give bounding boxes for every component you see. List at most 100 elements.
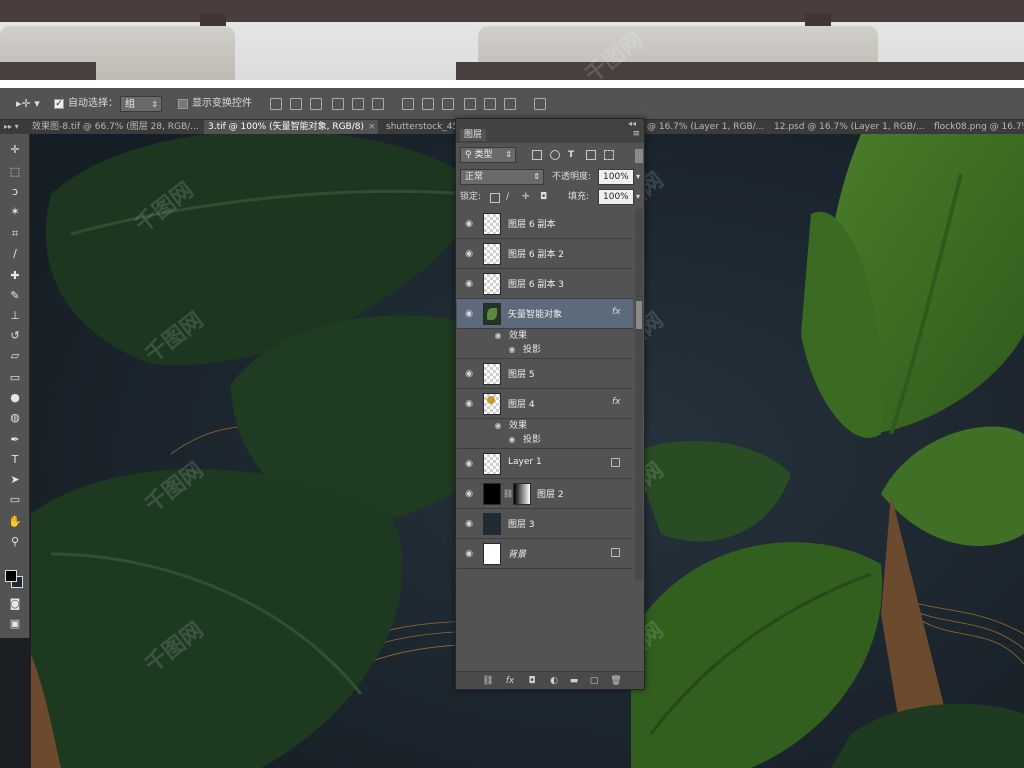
brush-tool-icon[interactable]: ✎ [7, 288, 23, 304]
marquee-tool-icon[interactable]: ⬚ [7, 164, 23, 180]
opacity-arrow-icon[interactable]: ▾ [636, 169, 640, 185]
layer-row-selected[interactable]: ◉ 矢量智能对象 fx [457, 299, 633, 329]
screen-mode-icon[interactable]: ▣ [7, 616, 23, 632]
history-brush-icon[interactable]: ↺ [7, 328, 23, 344]
auto-select-dropdown[interactable]: 组 ⇕ [120, 96, 162, 112]
collapse-panel-icon[interactable]: ◂◂ [628, 119, 636, 128]
lock-transparent-icon[interactable] [490, 193, 500, 203]
visibility-eye-icon[interactable]: ◉ [463, 399, 475, 409]
tab-document-3[interactable]: shutterstock_45... [382, 120, 458, 134]
layers-scrollbar[interactable] [635, 209, 643, 581]
visibility-eye-icon[interactable]: ◉ [463, 369, 475, 379]
move-tool-preset-icon[interactable]: ▸✛ ▾ [16, 96, 40, 112]
hand-tool-icon[interactable]: ✋ [7, 514, 23, 530]
filter-type-dropdown[interactable]: ⚲ 类型 ⇕ [460, 147, 516, 163]
visibility-eye-icon[interactable]: ◉ [463, 459, 475, 469]
align-right-icon[interactable] [372, 98, 384, 110]
distribute-vcenter-icon[interactable] [422, 98, 434, 110]
layer-row[interactable]: ◉ 图层 3 [457, 509, 633, 539]
tab-document-6[interactable]: flock08.png @ 16.7% [930, 120, 1024, 134]
layer-row[interactable]: ◉ 背景 [457, 539, 633, 569]
auto-select-checkbox[interactable]: ✓ [54, 99, 64, 109]
layer-row[interactable]: ◉ 图层 6 副本 2 [457, 239, 633, 269]
distribute-left-icon[interactable] [464, 98, 476, 110]
add-layer-style-icon[interactable]: fx [504, 675, 516, 687]
align-left-icon[interactable] [332, 98, 344, 110]
path-select-icon[interactable]: ➤ [7, 472, 23, 488]
close-icon[interactable]: × [368, 122, 376, 132]
layer-row[interactable]: ◉ 图层 5 [457, 359, 633, 389]
layer-row[interactable]: ◉ 图层 6 副本 [457, 209, 633, 239]
lasso-tool-icon[interactable]: ↄ [7, 184, 23, 200]
layer-row[interactable]: ◉ ⛓ 图层 2 [457, 479, 633, 509]
distribute-bottom-icon[interactable] [442, 98, 454, 110]
drop-shadow-row[interactable]: ◉ 投影 [457, 343, 633, 359]
layer-row[interactable]: ◉ 图层 6 副本 3 [457, 269, 633, 299]
distribute-top-icon[interactable] [402, 98, 414, 110]
visibility-eye-icon[interactable]: ◉ [463, 489, 475, 499]
type-tool-icon[interactable]: T [7, 452, 23, 468]
filter-smart-object-icon[interactable] [604, 150, 614, 160]
magic-wand-icon[interactable]: ✶ [7, 204, 23, 220]
new-group-icon[interactable]: ▬ [568, 675, 580, 687]
panel-title-bar[interactable]: ◂◂ 图层 ≡ [456, 119, 644, 143]
scrollbar-thumb[interactable] [636, 301, 642, 329]
effects-eye-icon[interactable]: ◉ [493, 331, 503, 340]
visibility-eye-icon[interactable]: ◉ [463, 549, 475, 559]
tab-document-1[interactable]: 效果图-8.tif @ 66.7% (图层 28, RGB/...× [28, 120, 202, 134]
visibility-eye-icon[interactable]: ◉ [463, 309, 475, 319]
layers-tab[interactable]: 图层 [460, 129, 487, 141]
visibility-eye-icon[interactable]: ◉ [463, 519, 475, 529]
lock-pixels-icon[interactable]: ∕ [506, 189, 509, 205]
adjustment-layer-icon[interactable]: ◐ [548, 675, 560, 687]
layer-row[interactable]: ◉ Layer 1 [457, 449, 633, 479]
eyedropper-icon[interactable]: ∕ [7, 246, 23, 262]
blend-mode-dropdown[interactable]: 正常 ⇕ [460, 169, 544, 185]
zoom-tool-icon[interactable]: ⚲ [7, 534, 23, 550]
clone-stamp-icon[interactable]: ⊥ [7, 308, 23, 324]
distribute-hcenter-icon[interactable] [484, 98, 496, 110]
fx-icon[interactable]: fx [612, 307, 621, 317]
visibility-eye-icon[interactable]: ◉ [463, 249, 475, 259]
add-mask-icon[interactable]: ◘ [526, 675, 538, 687]
move-tool-icon[interactable]: ✛ [7, 142, 23, 158]
tab-document-5[interactable]: 12.psd @ 16.7% (Layer 1, RGB/... × [770, 120, 928, 134]
link-layers-icon[interactable]: ⛓ [482, 675, 494, 687]
pen-tool-icon[interactable]: ✒ [7, 432, 23, 448]
effects-eye-icon[interactable]: ◉ [493, 421, 503, 430]
delete-layer-icon[interactable]: 🗑 [610, 675, 622, 687]
drop-shadow-row[interactable]: ◉ 投影 [457, 433, 633, 449]
drop-shadow-eye-icon[interactable]: ◉ [507, 345, 517, 354]
filter-type-icon[interactable]: T [568, 147, 574, 163]
visibility-eye-icon[interactable]: ◉ [463, 219, 475, 229]
close-icon[interactable]: × [768, 122, 769, 132]
tab-document-2[interactable]: 3.tif @ 100% (矢量智能对象, RGB/8) × [204, 120, 378, 134]
visibility-eye-icon[interactable]: ◉ [463, 279, 475, 289]
effects-row[interactable]: ◉ 效果 [457, 329, 633, 343]
auto-align-icon[interactable] [534, 98, 546, 110]
foreground-color-swatch[interactable] [5, 570, 17, 582]
opacity-input[interactable]: 100% [598, 169, 634, 185]
quick-mask-icon[interactable]: ◙ [7, 596, 23, 612]
filter-toggle[interactable] [635, 149, 643, 163]
align-top-icon[interactable] [270, 98, 282, 110]
filter-shape-icon[interactable] [586, 150, 596, 160]
distribute-right-icon[interactable] [504, 98, 516, 110]
new-layer-icon[interactable]: ▢ [588, 675, 600, 687]
show-transform-checkbox[interactable] [178, 99, 188, 109]
drop-shadow-eye-icon[interactable]: ◉ [507, 435, 517, 444]
healing-brush-icon[interactable]: ✚ [7, 268, 23, 284]
layer-mask-thumbnail[interactable] [513, 483, 531, 505]
rectangle-tool-icon[interactable]: ▭ [7, 492, 23, 508]
fill-input[interactable]: 100% [598, 189, 634, 205]
gradient-tool-icon[interactable]: ▭ [7, 370, 23, 386]
align-hcenter-icon[interactable] [352, 98, 364, 110]
collapse-toolbox-icon[interactable]: ▸▸ ▾ [4, 120, 19, 134]
crop-tool-icon[interactable]: ⌗ [7, 226, 23, 242]
filter-adjustment-icon[interactable] [550, 150, 560, 160]
blur-tool-icon[interactable]: ● [7, 390, 23, 406]
align-bottom-icon[interactable] [310, 98, 322, 110]
mask-link-icon[interactable]: ⛓ [503, 489, 513, 498]
lock-all-icon[interactable]: ◘ [540, 189, 547, 205]
fill-arrow-icon[interactable]: ▾ [636, 189, 640, 205]
